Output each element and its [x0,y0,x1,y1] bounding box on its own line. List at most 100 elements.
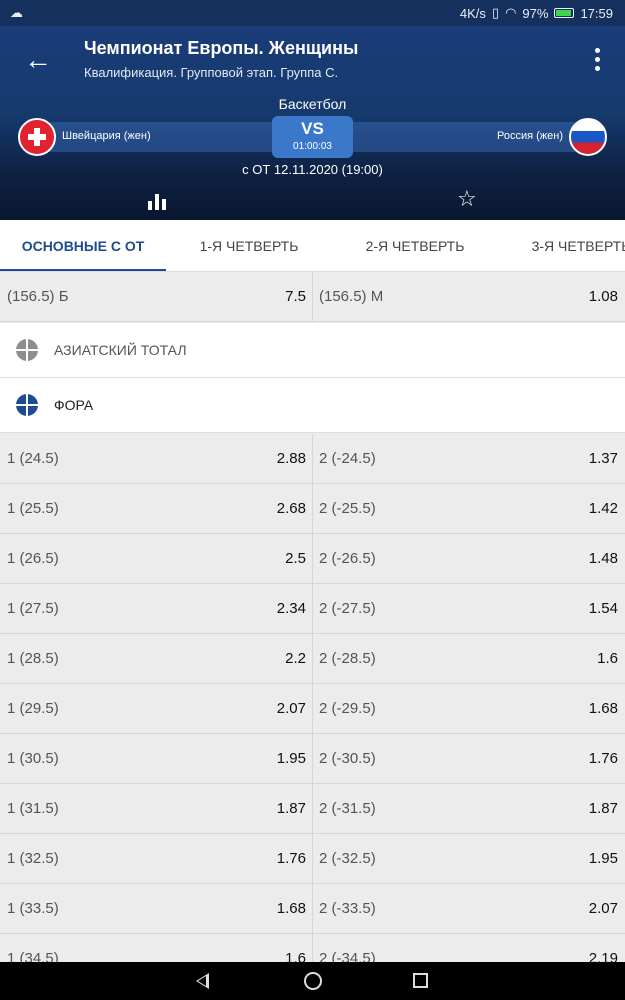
row-divider [312,934,313,962]
handicap-away-label[interactable]: 2 (-31.5) [319,784,376,833]
match-header: ← Чемпионат Европы. Женщины Квалификация… [0,26,625,220]
handicap-away-label[interactable]: 2 (-25.5) [319,484,376,533]
period-tabs: ОСНОВНЫЕ С ОТ 1-Я ЧЕТВЕРТЬ 2-Я ЧЕТВЕРТЬ … [0,220,625,272]
team-home: Швейцария (жен) [62,130,151,142]
handicap-home-odds[interactable]: 2.5 [285,534,306,583]
handicap-away-odds[interactable]: 1.95 [589,834,618,883]
clock: 17:59 [580,5,613,21]
handicap-home-label[interactable]: 1 (29.5) [7,684,59,733]
handicap-away-odds[interactable]: 1.48 [589,534,618,583]
handicap-row: 1 (31.5) 1.87 2 (-31.5) 1.87 [0,784,625,834]
handicap-row: 1 (29.5) 2.07 2 (-29.5) 1.68 [0,684,625,734]
handicap-home-label[interactable]: 1 (34.5) [7,934,59,962]
row-divider [312,834,313,883]
handicap-home-odds[interactable]: 2.68 [277,484,306,533]
total-over-label[interactable]: (156.5) Б [7,272,69,321]
section-asian-total[interactable]: АЗИАТСКИЙ ТОТАЛ [0,323,625,378]
section-label: АЗИАТСКИЙ ТОТАЛ [54,342,187,358]
statistics-icon[interactable] [148,194,166,210]
handicap-away-odds[interactable]: 1.42 [589,484,618,533]
tab-quarter-2[interactable]: 2-Я ЧЕТВЕРТЬ [332,220,498,271]
handicap-away-label[interactable]: 2 (-26.5) [319,534,376,583]
handicap-home-odds[interactable]: 1.87 [277,784,306,833]
handicap-away-odds[interactable]: 1.6 [597,634,618,683]
nav-recents-icon[interactable] [413,973,428,988]
battery-icon [554,8,575,18]
tab-quarter-1[interactable]: 1-Я ЧЕТВЕРТЬ [166,220,332,271]
row-divider [312,534,313,583]
handicap-row: 1 (25.5) 2.68 2 (-25.5) 1.42 [0,484,625,534]
handicap-home-odds[interactable]: 2.2 [285,634,306,683]
cloud-icon: ☁ [10,5,23,20]
total-over-odds[interactable]: 7.5 [285,272,306,321]
handicap-home-odds[interactable]: 1.68 [277,884,306,933]
row-divider [312,784,313,833]
handicap-home-odds[interactable]: 1.6 [285,934,306,962]
row-divider [312,734,313,783]
network-speed: 4K/s [459,5,486,21]
battery-percent: 97% [522,5,549,21]
total-under-odds[interactable]: 1.08 [589,272,618,321]
handicap-home-odds[interactable]: 2.34 [277,584,306,633]
handicap-home-label[interactable]: 1 (32.5) [7,834,59,883]
handicap-away-label[interactable]: 2 (-28.5) [319,634,376,683]
handicap-home-label[interactable]: 1 (28.5) [7,634,59,683]
handicap-away-odds[interactable]: 1.54 [589,584,618,633]
handicap-home-odds[interactable]: 2.88 [277,434,306,483]
handicap-home-label[interactable]: 1 (24.5) [7,434,59,483]
tab-main-ot[interactable]: ОСНОВНЫЕ С ОТ [0,220,166,271]
handicap-away-odds[interactable]: 1.76 [589,734,618,783]
handicap-row: 1 (33.5) 1.68 2 (-33.5) 2.07 [0,884,625,934]
handicap-home-label[interactable]: 1 (25.5) [7,484,59,533]
back-arrow-icon[interactable]: ← [24,46,52,74]
handicap-row: 1 (28.5) 2.2 2 (-28.5) 1.6 [0,634,625,684]
handicap-home-odds[interactable]: 2.07 [277,684,306,733]
nav-home-icon[interactable] [304,972,322,990]
handicap-away-label[interactable]: 2 (-34.5) [319,934,376,962]
row-divider [312,434,313,483]
match-timer: 01:00:03 [293,141,332,152]
row-divider [312,484,313,533]
handicap-away-odds[interactable]: 2.19 [589,934,618,962]
total-under-label[interactable]: (156.5) М [319,272,383,321]
favorite-star-icon[interactable]: ☆ [457,188,477,210]
vibrate-icon: ▯ [491,5,500,20]
row-divider [312,272,313,321]
handicap-away-label[interactable]: 2 (-33.5) [319,884,376,933]
status-bar: ☁ 4K/s ▯ ◠ 97% 17:59 [0,0,625,26]
handicap-home-odds[interactable]: 1.76 [277,834,306,883]
handicap-away-label[interactable]: 2 (-29.5) [319,684,376,733]
handicap-away-label[interactable]: 2 (-32.5) [319,834,376,883]
handicap-row: 1 (34.5) 1.6 2 (-34.5) 2.19 [0,934,625,962]
section-handicap[interactable]: ФОРА [0,378,625,433]
wifi-icon: ◠ [505,5,517,20]
switzerland-flag-icon [18,118,56,156]
match-date: с ОТ 12.11.2020 (19:00) [242,162,383,177]
odds-list: (156.5) Б 7.5 (156.5) М 1.08 АЗИАТСКИЙ Т… [0,272,625,962]
row-divider [312,584,313,633]
handicap-home-label[interactable]: 1 (33.5) [7,884,59,933]
row-divider [312,684,313,733]
handicap-away-odds[interactable]: 1.68 [589,684,618,733]
handicap-away-odds[interactable]: 1.87 [589,784,618,833]
more-options-icon[interactable] [595,48,601,71]
handicap-away-label[interactable]: 2 (-30.5) [319,734,376,783]
handicap-away-label[interactable]: 2 (-24.5) [319,434,376,483]
handicap-home-label[interactable]: 1 (27.5) [7,584,59,633]
vs-label: VS [301,119,324,138]
handicap-home-label[interactable]: 1 (26.5) [7,534,59,583]
nav-back-icon[interactable] [196,973,209,989]
page-subtitle: Квалификация. Групповой этап. Группа С. [84,65,339,80]
handicap-row: 1 (26.5) 2.5 2 (-26.5) 1.48 [0,534,625,584]
handicap-home-label[interactable]: 1 (31.5) [7,784,59,833]
sport-label: Баскетбол [278,96,347,112]
handicap-home-odds[interactable]: 1.95 [277,734,306,783]
handicap-row: 1 (30.5) 1.95 2 (-30.5) 1.76 [0,734,625,784]
handicap-away-odds[interactable]: 1.37 [589,434,618,483]
tab-quarter-3[interactable]: 3-Я ЧЕТВЕРТЬ [498,220,625,271]
handicap-away-odds[interactable]: 2.07 [589,884,618,933]
handicap-home-label[interactable]: 1 (30.5) [7,734,59,783]
handicap-away-label[interactable]: 2 (-27.5) [319,584,376,633]
handicap-row: 1 (32.5) 1.76 2 (-32.5) 1.95 [0,834,625,884]
handicap-row: 1 (27.5) 2.34 2 (-27.5) 1.54 [0,584,625,634]
